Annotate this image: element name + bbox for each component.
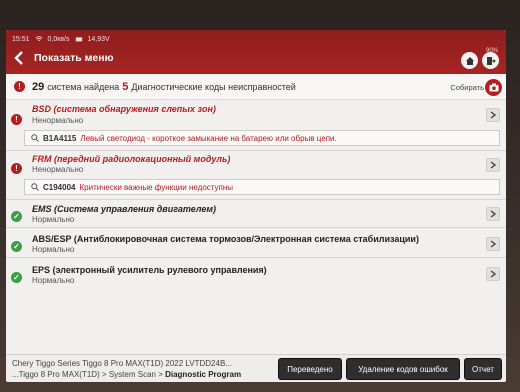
system-name: FRM (передний радиолокационный модуль) [32,154,231,164]
details-button[interactable] [486,237,500,251]
breadcrumb-current: Diagnostic Program [165,370,242,379]
system-state: Ненормально [32,116,84,125]
footer-bar: Chery Tiggo Series Tiggo 8 Pro MAX(T1D) … [6,354,506,382]
status-time: 15:51 [12,35,30,43]
chevron-right-icon [490,270,496,278]
error-status-icon: ! [11,114,22,125]
system-name: ABS/ESP (Антиблокировочная система тормо… [32,234,419,244]
dtc-description: Левый светодиод - короткое замыкание на … [80,133,337,143]
chevron-right-icon [490,161,496,169]
details-button[interactable] [486,267,500,281]
camera-button[interactable] [485,79,502,96]
ok-status-icon: ✓ [11,211,22,222]
system-name: EPS (электронный усилитель рулевого упра… [32,265,267,275]
report-button[interactable]: Отчет [464,358,502,380]
app-header: 15:51 0,0кв/s 14,93V 90% Показать меню [6,30,506,74]
back-arrow-icon [14,51,23,65]
ok-status-icon: ✓ [11,241,22,252]
dtc-code: B1A4115 [43,133,77,143]
dtc-code: C194004 [43,182,76,192]
systems-count: 29 [32,80,45,93]
breadcrumb: ...Tiggo 8 Pro MAX(T1D) > System Scan > … [12,370,241,379]
collect-button[interactable]: Собирать [450,83,484,92]
dtc-row[interactable]: C194004 Критически важные функции недост… [24,179,500,195]
divider [6,227,506,228]
dtc-description: Критически важные функции недоступны [79,182,234,192]
details-button[interactable] [486,207,500,221]
back-button[interactable]: Показать меню [12,50,114,66]
divider [6,257,506,258]
system-state: Нормально [32,245,75,254]
details-button[interactable] [486,108,500,122]
alert-icon: ! [14,81,25,92]
status-voltage: 14,93V [87,35,110,43]
divider [6,199,506,200]
clear-codes-button[interactable]: Удаление кодов ошибок [346,358,460,380]
system-state: Ненормально [32,165,84,174]
status-bar: 15:51 0,0кв/s 14,93V [12,33,110,45]
home-icon [465,56,474,65]
dtc-text: Диагностические коды неисправностей [131,81,296,92]
chevron-right-icon [490,240,496,248]
details-button[interactable] [486,158,500,172]
chevron-right-icon [490,210,496,218]
camera-icon [489,83,498,92]
systems-text: система найдена [47,81,120,92]
system-state: Нормально [32,215,75,224]
translated-button[interactable]: Переведено [278,358,342,380]
breadcrumb-prefix: ...Tiggo 8 Pro MAX(T1D) > System Scan > [12,370,166,379]
back-label: Показать меню [34,52,114,64]
system-name: BSD (система обнаружения слепых зон) [32,104,216,114]
chevron-right-icon [490,111,496,119]
search-icon [31,183,39,191]
diagnostic-screen: 15:51 0,0кв/s 14,93V 90% Показать меню !… [6,30,506,382]
system-name: EMS (Система управления двигателем) [32,204,217,214]
vehicle-info: Chery Tiggo Series Tiggo 8 Pro MAX(T1D) … [12,359,232,368]
search-icon [31,134,39,142]
scan-summary: ! 29 система найдена 5 Диагностические к… [6,74,506,100]
system-state: Нормально [32,276,75,285]
divider [6,150,506,151]
ok-status-icon: ✓ [11,272,22,283]
car-battery-icon [75,37,82,42]
exit-button[interactable] [482,52,499,69]
home-button[interactable] [461,52,478,69]
dtc-count: 5 [122,80,129,93]
wifi-icon [35,36,43,41]
exit-icon [486,56,496,65]
error-status-icon: ! [11,163,22,174]
status-speed: 0,0кв/s [47,35,70,43]
dtc-row[interactable]: B1A4115 Левый светодиод - короткое замык… [24,130,500,146]
